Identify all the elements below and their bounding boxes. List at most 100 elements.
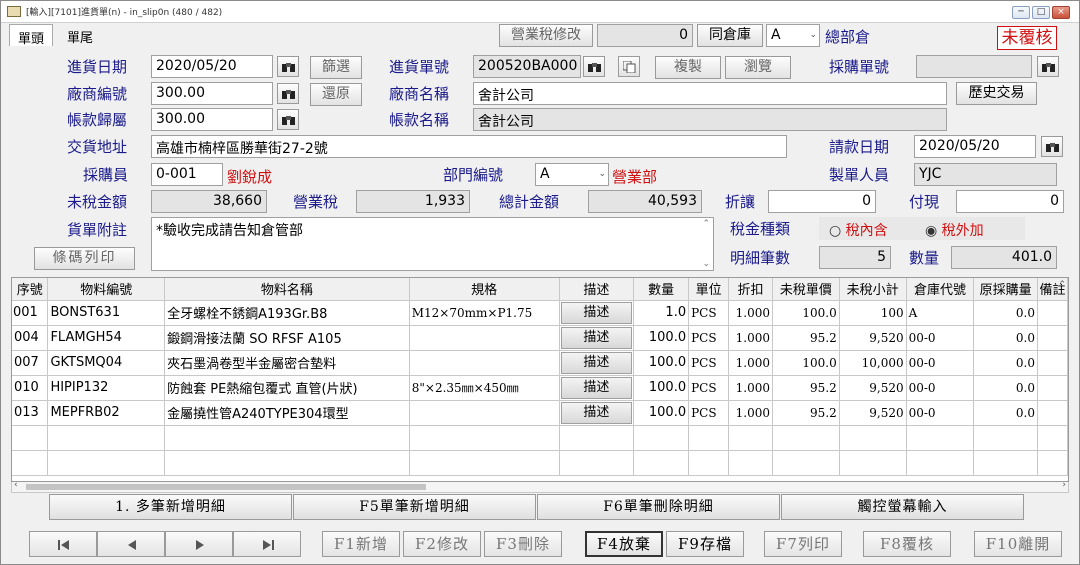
multi-add-detail-button[interactable]: 1. 多筆新增明細: [49, 494, 292, 520]
empty-cell[interactable]: [47, 425, 166, 451]
cell-subtotal[interactable]: 100: [839, 300, 907, 326]
describe-button[interactable]: 描述: [560, 401, 633, 424]
col-header-code[interactable]: 物料編號: [47, 278, 166, 301]
cell-name[interactable]: 防蝕套 PE熱縮包覆式 直管(片狀): [164, 375, 410, 401]
cell-code[interactable]: HIPIP132: [47, 375, 166, 401]
single-delete-detail-button[interactable]: F6單筆刪除明細: [537, 494, 780, 520]
empty-cell[interactable]: [973, 425, 1039, 451]
scroll-left-icon[interactable]: ‹: [14, 480, 18, 490]
empty-cell[interactable]: [688, 450, 730, 476]
cell-desc[interactable]: 描述: [559, 350, 635, 376]
empty-cell[interactable]: [164, 450, 410, 476]
cell-remark[interactable]: [1037, 350, 1068, 376]
cell-seq[interactable]: 010: [12, 375, 49, 401]
cell-orig[interactable]: 0.0: [973, 325, 1039, 351]
col-header-desc[interactable]: 描述: [559, 278, 635, 301]
f9-save-button[interactable]: F9存檔: [666, 531, 744, 557]
cell-disc[interactable]: 1.000: [728, 325, 773, 351]
cell-remark[interactable]: [1037, 325, 1068, 351]
scroll-up-icon[interactable]: ⌃: [702, 219, 710, 229]
cell-name[interactable]: 全牙螺栓不銹鋼A193Gr.B8: [164, 300, 410, 326]
cell-wh[interactable]: 00-0: [906, 375, 975, 401]
cell-qty[interactable]: 100.0: [633, 350, 690, 376]
cell-seq[interactable]: 013: [12, 400, 49, 426]
vendor-code-field[interactable]: 300.00: [151, 82, 273, 105]
cell-unit[interactable]: PCS: [688, 400, 730, 426]
cell-code[interactable]: FLAMGH54: [47, 325, 166, 351]
slip-no-field[interactable]: 200520BA000: [473, 55, 581, 78]
cell-wh[interactable]: 00-0: [906, 400, 975, 426]
empty-cell[interactable]: [633, 425, 690, 451]
empty-cell[interactable]: [772, 450, 840, 476]
scroll-down-icon[interactable]: ⌄: [702, 259, 710, 269]
cell-disc[interactable]: 1.000: [728, 375, 773, 401]
cell-code[interactable]: GKTSMQ04: [47, 350, 166, 376]
cell-price[interactable]: 100.0: [772, 300, 840, 326]
empty-cell[interactable]: [906, 450, 975, 476]
empty-cell[interactable]: [728, 450, 773, 476]
cell-disc[interactable]: 1.000: [728, 400, 773, 426]
f10-exit-button[interactable]: F10離開: [974, 531, 1062, 557]
single-add-detail-button[interactable]: F5單筆新增明細: [293, 494, 536, 520]
describe-button[interactable]: 描述: [560, 351, 633, 374]
date-field[interactable]: 2020/05/20: [151, 55, 273, 78]
cell-spec[interactable]: [409, 350, 560, 376]
cell-spec[interactable]: [409, 400, 560, 426]
tax-exclusive-radio[interactable]: ◉ 稅外加: [925, 220, 984, 240]
cell-qty[interactable]: 100.0: [633, 375, 690, 401]
cell-seq[interactable]: 001: [12, 300, 49, 326]
tab-header[interactable]: 單頭: [9, 24, 54, 47]
empty-cell[interactable]: [164, 425, 410, 451]
cell-unit[interactable]: PCS: [688, 350, 730, 376]
vendor-lookup-button[interactable]: [277, 83, 299, 104]
buyer-code-field[interactable]: 0-001: [151, 163, 223, 186]
cell-code[interactable]: BONST631: [47, 300, 166, 326]
cell-spec[interactable]: 8"×2.35㎜×450㎜: [409, 375, 560, 401]
empty-cell[interactable]: [728, 425, 773, 451]
tab-footer[interactable]: 單尾: [59, 24, 101, 46]
describe-button[interactable]: 描述: [560, 326, 633, 349]
empty-cell[interactable]: [633, 450, 690, 476]
f8-review-button[interactable]: F8覆核: [863, 531, 951, 557]
first-record-button[interactable]: [29, 531, 97, 557]
cell-subtotal[interactable]: 10,000: [839, 350, 907, 376]
barcode-print-button[interactable]: 條碼列印: [34, 247, 135, 270]
empty-cell[interactable]: [906, 425, 975, 451]
account-lookup-button[interactable]: [277, 109, 299, 130]
empty-cell[interactable]: [409, 425, 560, 451]
filter-button[interactable]: 篩選: [310, 56, 362, 79]
close-button[interactable]: ×: [1052, 6, 1070, 19]
cash-field[interactable]: 0: [956, 190, 1064, 213]
col-header-subtotal[interactable]: 未稅小計: [839, 278, 907, 301]
cell-orig[interactable]: 0.0: [973, 375, 1039, 401]
discount-field[interactable]: 0: [768, 190, 876, 213]
cell-seq[interactable]: 007: [12, 350, 49, 376]
cell-name[interactable]: 鍛鋼滑接法蘭 SO RFSF A105: [164, 325, 410, 351]
cell-orig[interactable]: 0.0: [973, 350, 1039, 376]
cell-subtotal[interactable]: 9,520: [839, 375, 907, 401]
empty-cell[interactable]: [772, 425, 840, 451]
account-field[interactable]: 300.00: [151, 108, 273, 131]
tax-edit-button[interactable]: 營業稅修改: [499, 24, 593, 47]
cell-wh[interactable]: 00-0: [906, 350, 975, 376]
col-header-spec[interactable]: 規格: [409, 278, 560, 301]
cell-remark[interactable]: [1037, 300, 1068, 326]
cell-orig[interactable]: 0.0: [973, 300, 1039, 326]
dept-select[interactable]: A ⌄: [535, 163, 609, 186]
empty-row[interactable]: [12, 450, 1068, 476]
empty-cell[interactable]: [12, 425, 49, 451]
cell-seq[interactable]: 004: [12, 325, 49, 351]
cell-price[interactable]: 100.0: [772, 350, 840, 376]
col-header-name[interactable]: 物料名稱: [164, 278, 410, 301]
cell-desc[interactable]: 描述: [559, 325, 635, 351]
empty-cell[interactable]: [1037, 450, 1068, 476]
po-lookup-button[interactable]: [1037, 56, 1059, 77]
cell-disc[interactable]: 1.000: [728, 300, 773, 326]
cell-unit[interactable]: PCS: [688, 375, 730, 401]
cell-subtotal[interactable]: 9,520: [839, 400, 907, 426]
warehouse-select[interactable]: A ⌄: [766, 24, 820, 47]
table-row[interactable]: 004 FLAMGH54 鍛鋼滑接法蘭 SO RFSF A105 描述 100.0 PCS…: [12, 325, 1068, 351]
cell-disc[interactable]: 1.000: [728, 350, 773, 376]
empty-cell[interactable]: [12, 450, 49, 476]
same-warehouse-button[interactable]: 同倉庫: [697, 24, 763, 47]
